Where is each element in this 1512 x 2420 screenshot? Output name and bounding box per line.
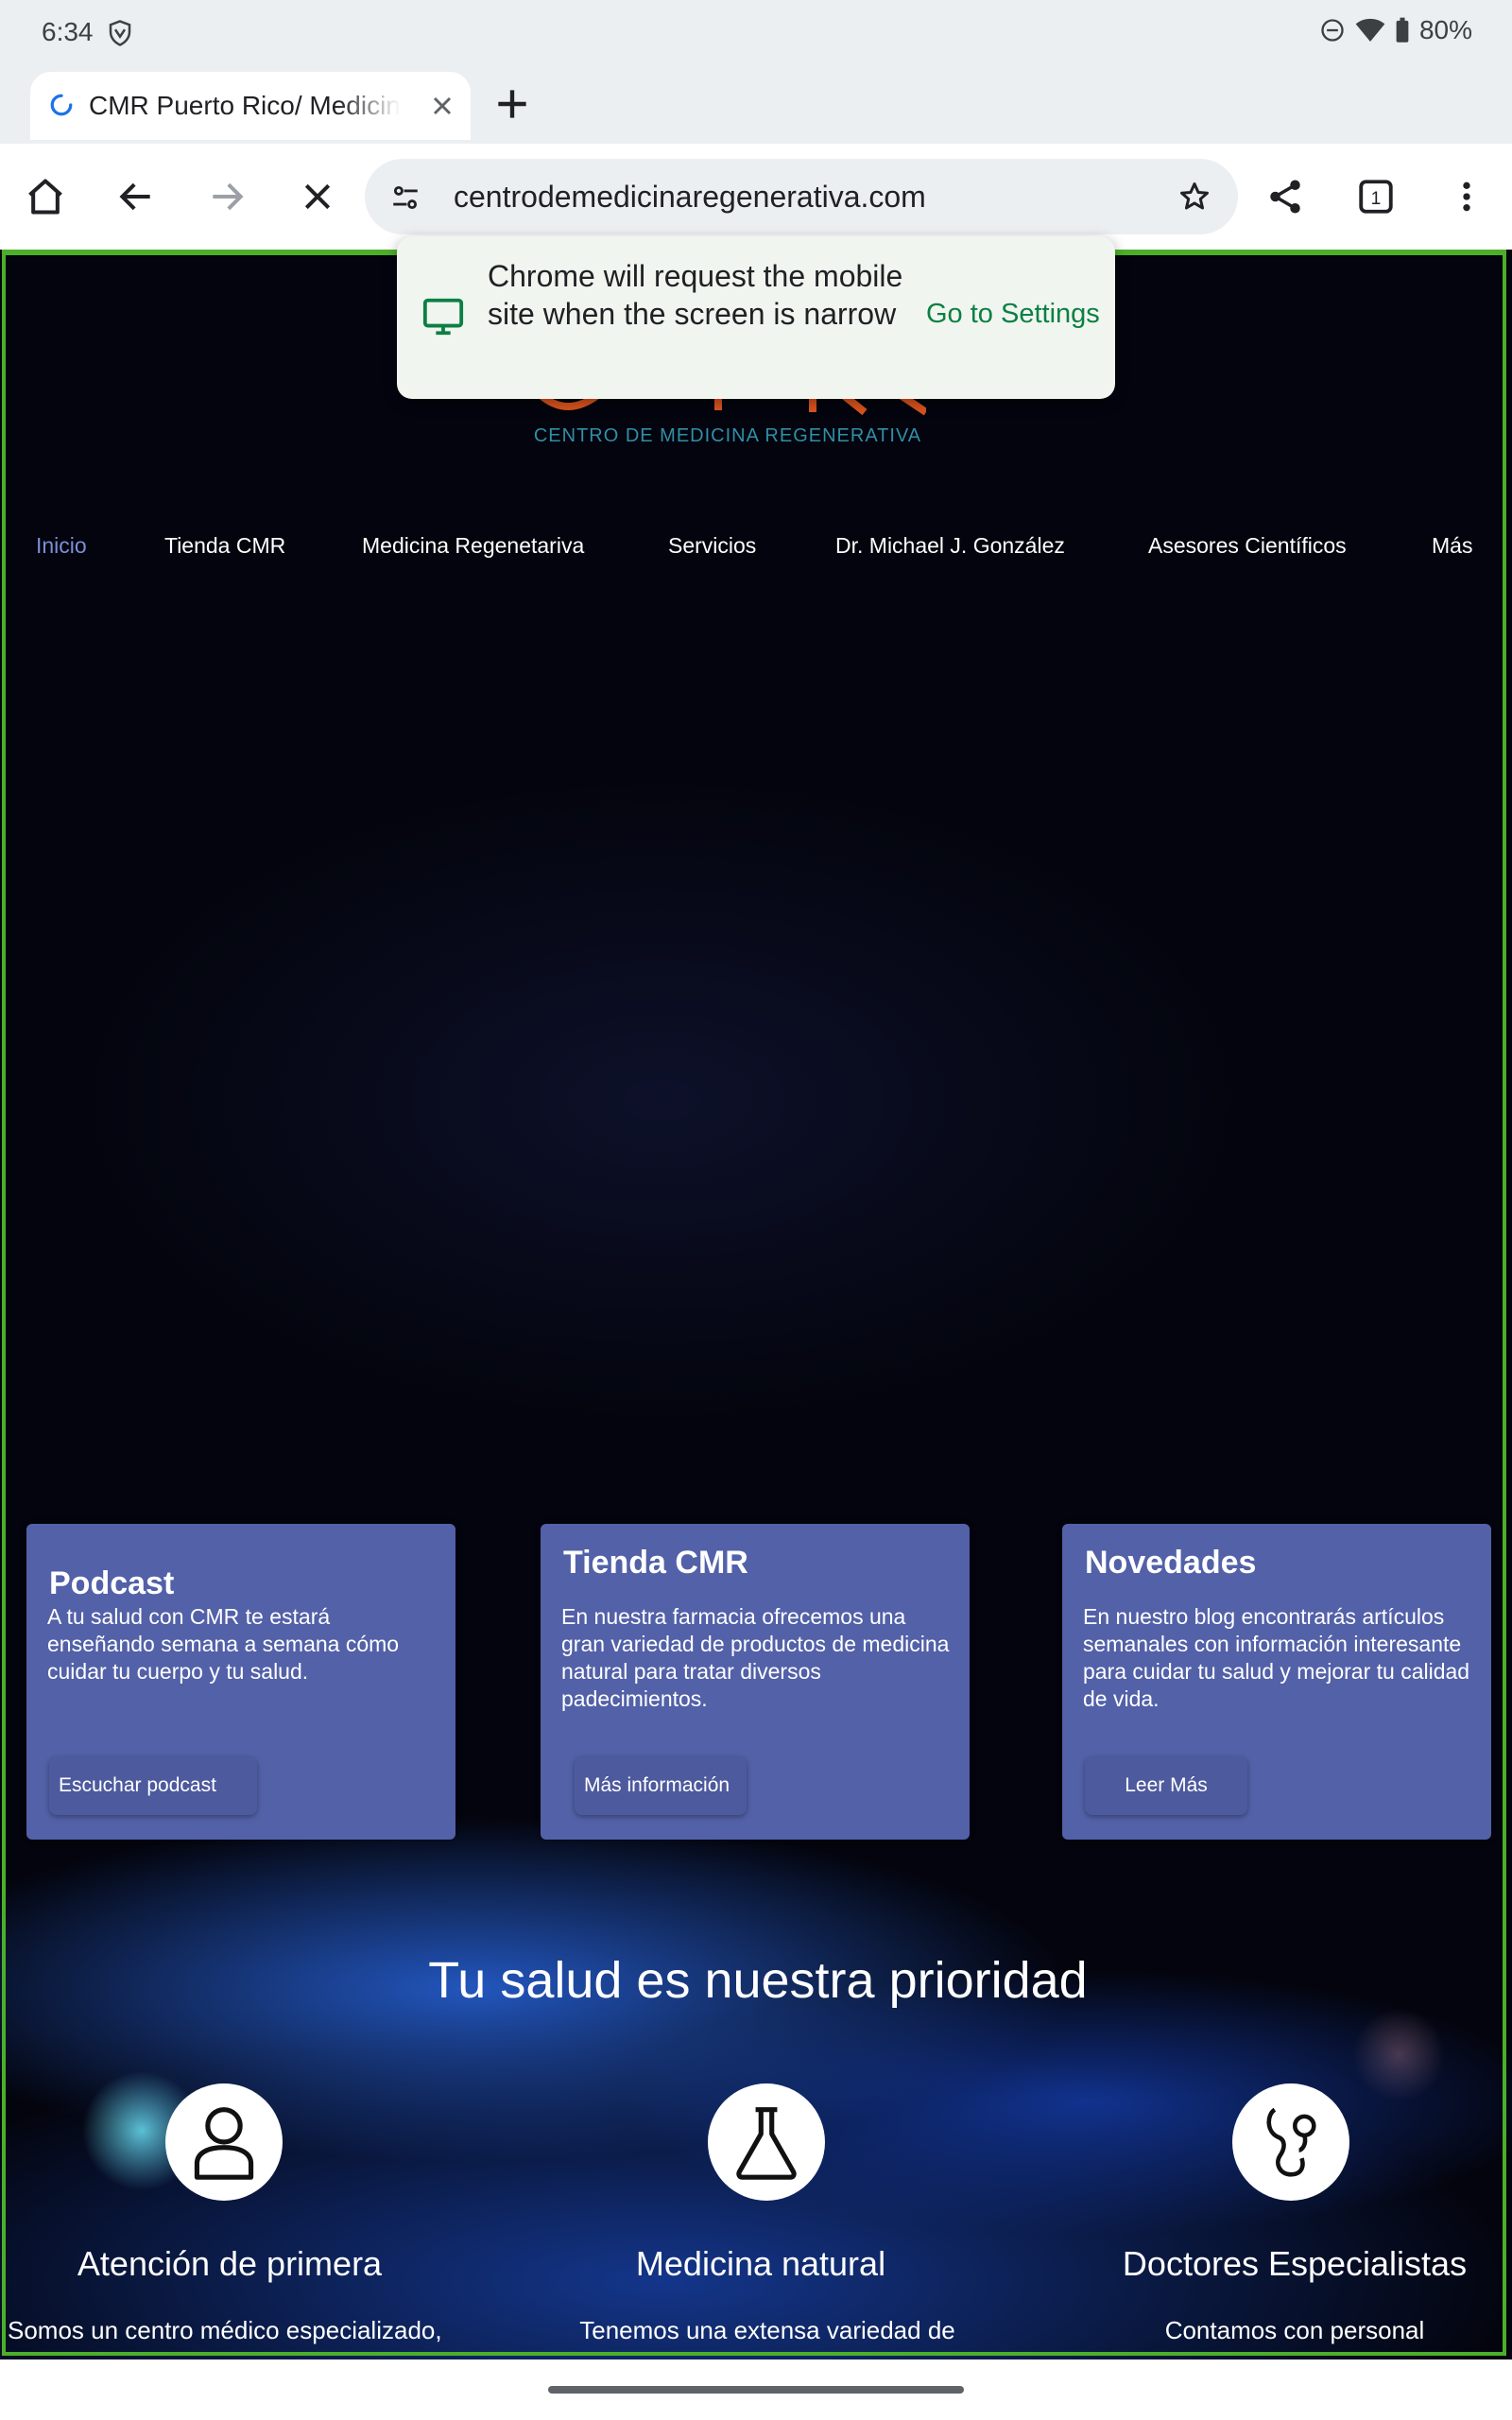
nav-item-asesores[interactable]: Asesores Científicos xyxy=(1148,533,1347,559)
flask-icon xyxy=(736,2107,797,2180)
nav-item-tienda[interactable]: Tienda CMR xyxy=(164,533,285,559)
home-icon xyxy=(28,179,62,215)
site-navigation: Inicio Tienda CMR Medicina Regenetariva … xyxy=(0,533,1512,590)
listen-podcast-button[interactable]: Escuchar podcast xyxy=(49,1756,257,1815)
tab-strip: CMR Puerto Rico/ Medicina xyxy=(0,68,1512,144)
url-text[interactable]: centrodemedicinaregenerativa.com xyxy=(454,180,926,215)
logo-subtitle: CENTRO DE MEDICINA REGENERATIVA xyxy=(533,425,922,446)
card-text: En nuestro blog encontrarás artículos se… xyxy=(1083,1604,1470,1711)
status-bar: 6:34 80% xyxy=(0,0,1512,68)
more-vert-icon xyxy=(1463,182,1470,212)
desktop-computer-icon xyxy=(422,298,464,336)
new-tab-button[interactable] xyxy=(491,83,533,125)
nav-item-servicios[interactable]: Servicios xyxy=(668,533,756,559)
system-navigation-bar xyxy=(0,2360,1512,2420)
forward-button[interactable] xyxy=(200,170,253,223)
tab-count-icon: 1 xyxy=(1359,180,1393,214)
nav-item-inicio[interactable]: Inicio xyxy=(36,533,87,559)
tab-count-text: 1 xyxy=(1371,189,1382,209)
nav-item-mas[interactable]: Más xyxy=(1432,533,1472,559)
status-time: 6:34 xyxy=(42,17,94,46)
read-more-button[interactable]: Leer Más xyxy=(1085,1756,1247,1815)
site-settings-icon[interactable] xyxy=(389,182,421,214)
go-to-settings-link[interactable]: Go to Settings xyxy=(926,299,1100,330)
feature-icon-person xyxy=(165,2083,283,2201)
podcast-card: Podcast A tu salud con CMR te estará ens… xyxy=(26,1524,455,1840)
loading-spinner-icon xyxy=(50,94,73,116)
back-arrow-icon xyxy=(119,182,150,211)
browser-toolbar: centrodemedicinaregenerativa.com 1 xyxy=(0,144,1512,250)
status-icons: 80% xyxy=(1319,15,1472,45)
nav-item-dr-gonzalez[interactable]: Dr. Michael J. González xyxy=(835,533,1065,559)
feature-title: Atención de primera xyxy=(77,2244,383,2283)
feature-title: Doctores Especialistas xyxy=(1122,2244,1468,2283)
card-title: Tienda CMR xyxy=(563,1545,748,1581)
message-text: Chrome will request the mobile site when… xyxy=(488,259,903,331)
gesture-handle[interactable] xyxy=(548,2386,964,2394)
battery-percentage: 80% xyxy=(1418,15,1472,44)
page-headline: Tu salud es nuestra prioridad xyxy=(428,1952,1088,2009)
battery-icon xyxy=(1396,17,1409,43)
dnd-icon xyxy=(1321,19,1344,42)
nav-item-medicina-regenerativa[interactable]: Medicina Regenetariva xyxy=(362,533,584,559)
menu-button[interactable] xyxy=(1440,170,1493,223)
person-icon xyxy=(194,2107,254,2180)
feature-text: Contamos con personal xyxy=(1164,2316,1425,2344)
card-text: A tu salud con CMR te estará enseñando s… xyxy=(47,1604,400,1684)
bookmark-star-icon[interactable] xyxy=(1177,180,1211,214)
card-text: En nuestra farmacia ofrecemos una gran v… xyxy=(561,1604,950,1711)
tab-title: CMR Puerto Rico/ Medicina xyxy=(89,91,401,120)
tab-switcher-button[interactable]: 1 xyxy=(1349,170,1402,223)
store-card: Tienda CMR En nuestra farmacia ofrecemos… xyxy=(541,1524,970,1840)
feature-title: Medicina natural xyxy=(635,2244,886,2283)
address-bar[interactable]: centrodemedicinaregenerativa.com xyxy=(365,159,1238,234)
back-button[interactable] xyxy=(110,170,163,223)
feature-text: Tenemos una extensa variedad de xyxy=(579,2316,955,2344)
stethoscope-icon xyxy=(1266,2107,1316,2177)
stop-loading-button[interactable] xyxy=(291,170,344,223)
more-info-button[interactable]: Más información xyxy=(575,1756,747,1815)
feature-icon-flask xyxy=(708,2083,825,2201)
close-tab-icon[interactable] xyxy=(427,91,457,121)
forward-arrow-icon xyxy=(213,182,244,211)
close-icon xyxy=(304,183,331,210)
web-content: CENTRO DE MEDICINA REGENERATIVA Inicio T… xyxy=(0,250,1512,2360)
desktop-site-message: Chrome will request the mobile site when… xyxy=(397,236,1115,399)
card-title: Novedades xyxy=(1085,1545,1257,1581)
share-button[interactable] xyxy=(1259,170,1312,223)
news-card: Novedades En nuestro blog encontrarás ar… xyxy=(1062,1524,1491,1840)
home-button[interactable] xyxy=(19,170,72,223)
vpn-shield-icon xyxy=(109,20,131,46)
feature-icon-stethoscope xyxy=(1232,2083,1349,2201)
browser-tab[interactable]: CMR Puerto Rico/ Medicina xyxy=(30,72,471,140)
feature-text: Somos un centro médico especializado, xyxy=(8,2316,442,2344)
wifi-icon xyxy=(1355,18,1385,42)
share-icon xyxy=(1270,180,1300,214)
card-title: Podcast xyxy=(49,1565,175,1601)
